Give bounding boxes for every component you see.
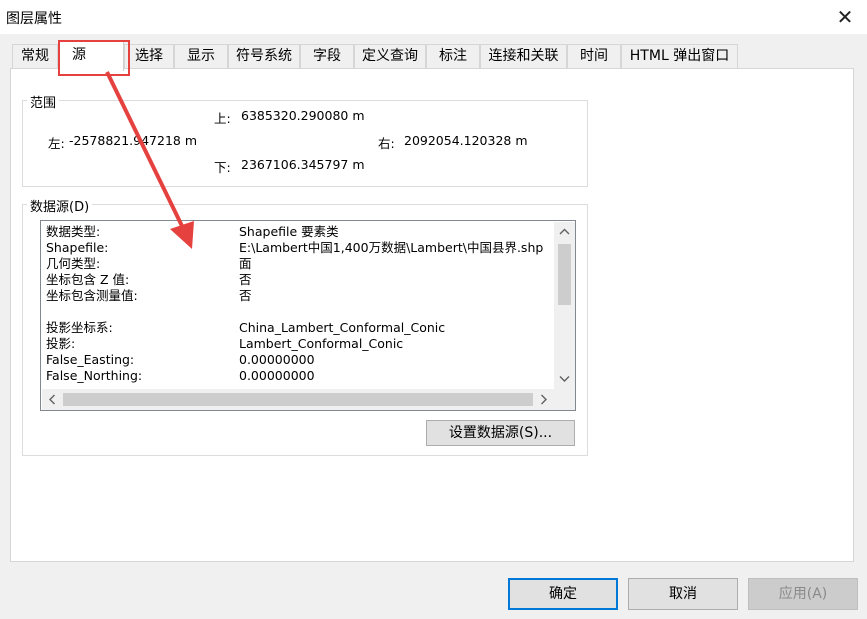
horizontal-scrollbar[interactable] <box>42 389 554 410</box>
ds-key: 坐标包含 Z 值: <box>46 272 130 287</box>
ds-value: Shapefile 要素类 <box>239 224 339 239</box>
tab-labels[interactable]: 标注 <box>426 44 480 68</box>
extent-right-label: 右: <box>378 136 395 151</box>
horizontal-scroll-thumb[interactable] <box>63 393 533 406</box>
apply-button[interactable]: 应用(A) <box>748 578 858 610</box>
vertical-scrollbar[interactable] <box>554 222 575 389</box>
extent-bottom-label: 下: <box>214 160 231 175</box>
ds-key: Shapefile: <box>46 240 109 255</box>
window-title: 图层属性 <box>6 11 62 27</box>
scroll-right-icon[interactable] <box>533 389 554 410</box>
tab-joins-relates[interactable]: 连接和关联 <box>480 44 567 68</box>
scroll-up-icon[interactable] <box>554 222 575 243</box>
ds-value: 0.00000000 <box>239 352 315 367</box>
ds-key: 几何类型: <box>46 256 101 271</box>
ds-key: 数据类型: <box>46 224 101 239</box>
ds-key: 坐标包含测量值: <box>46 288 138 303</box>
ds-value: 0.00000000 <box>239 368 315 383</box>
ds-value: China_Lambert_Conformal_Conic <box>239 320 446 335</box>
cancel-button[interactable]: 取消 <box>628 578 738 610</box>
ds-value: E:\Lambert中国1,400万数据\Lambert\中国县界.shp <box>239 240 544 255</box>
scroll-corner <box>554 389 575 410</box>
annotation-highlight-box <box>58 40 130 76</box>
ds-key: 投影坐标系: <box>46 320 113 335</box>
ok-button[interactable]: 确定 <box>508 578 618 610</box>
extent-top-value: 6385320.290080 m <box>241 108 365 123</box>
ds-key: False_Easting: <box>46 352 135 367</box>
title-bar: 图层属性 ✕ <box>0 0 867 34</box>
ds-value: 否 <box>239 288 252 303</box>
tab-display[interactable]: 显示 <box>174 44 228 68</box>
extent-left-value: -2578821.947218 m <box>69 133 198 148</box>
ds-key: False_Northing: <box>46 368 143 383</box>
tab-symbology[interactable]: 符号系统 <box>228 44 300 68</box>
vertical-scroll-thumb[interactable] <box>558 244 571 305</box>
tab-definition-query[interactable]: 定义查询 <box>354 44 426 68</box>
close-icon[interactable]: ✕ <box>832 4 858 30</box>
extent-bottom-value: 2367106.345797 m <box>241 157 365 172</box>
extent-left-label: 左: <box>48 136 65 151</box>
tab-html-popup[interactable]: HTML 弹出窗口 <box>621 44 738 68</box>
extent-legend: 范围 <box>27 92 60 111</box>
scroll-left-icon[interactable] <box>42 389 63 410</box>
tab-time[interactable]: 时间 <box>567 44 621 68</box>
ds-value: 否 <box>239 272 252 287</box>
scroll-down-icon[interactable] <box>554 368 575 389</box>
datasource-legend: 数据源(D) <box>27 196 93 215</box>
set-datasource-button[interactable]: 设置数据源(S)... <box>426 420 575 446</box>
datasource-listbox[interactable]: 数据类型: Shapefile 要素类 Shapefile: E:\Lamber… <box>40 220 576 411</box>
extent-right-value: 2092054.120328 m <box>404 133 528 148</box>
ds-key: 投影: <box>46 336 76 351</box>
tab-general[interactable]: 常规 <box>12 44 58 68</box>
ds-value: 面 <box>239 256 252 271</box>
ds-value: Lambert_Conformal_Conic <box>239 336 404 351</box>
tab-selection[interactable]: 选择 <box>124 44 174 68</box>
tab-fields[interactable]: 字段 <box>300 44 354 68</box>
extent-top-label: 上: <box>214 111 231 126</box>
